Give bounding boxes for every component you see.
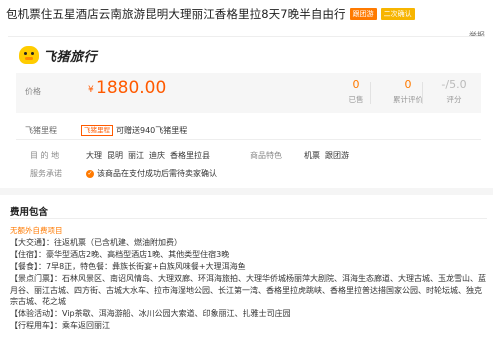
destination-row: 目 的 地 大理 昆明 丽江 迪庆 香格里拉县 bbox=[30, 150, 215, 161]
section-gap bbox=[0, 188, 493, 195]
destination-city[interactable]: 昆明 bbox=[107, 150, 123, 161]
points-label: 飞猪里程 bbox=[25, 126, 57, 135]
fee-line-vehicle: 【行程用车】：乘车返回丽江 bbox=[10, 321, 110, 331]
points-badge: 飞猪里程 bbox=[81, 125, 113, 136]
price-value: 1880.00 bbox=[96, 78, 167, 98]
fee-line-transport: 【大交通】：往返机票（已含机建、燃油附加费） bbox=[10, 237, 182, 247]
feature-value: 机票 bbox=[304, 151, 320, 160]
promise-text: 该商品在支付成功后需待卖家确认 bbox=[97, 169, 217, 178]
destination-city[interactable]: 迪庆 bbox=[149, 150, 165, 161]
rating-value: -/5.0 bbox=[441, 78, 467, 91]
tour-type-badge: 跟团游 bbox=[349, 8, 377, 20]
product-card: 飞猪旅行 价格 ¥ 1880.00 0 已售 0 累计评价 -/5.0 评分 飞… bbox=[8, 36, 485, 181]
brand-name: 飞猪旅行 bbox=[43, 49, 98, 65]
divider bbox=[10, 218, 487, 219]
review-count: 0 bbox=[404, 78, 412, 91]
fee-line-meals: 【餐食】：7早8正，特色餐：彝族长街宴+白族风味餐+大理洱海鱼 bbox=[10, 261, 246, 271]
confirm-badge: 二次确认 bbox=[380, 8, 415, 20]
divider bbox=[16, 139, 481, 140]
promise-label: 服务承诺 bbox=[30, 169, 62, 178]
destination-label: 目 的 地 bbox=[30, 151, 60, 160]
service-promise-row: 服务承诺 ✓ 该商品在支付成功后需待卖家确认 bbox=[30, 168, 217, 179]
points-text: 可赠送940飞猪里程 bbox=[116, 126, 188, 135]
feature-value: 跟团游 bbox=[325, 151, 349, 160]
points-row: 飞猪里程 飞猪里程 可赠送940飞猪里程 bbox=[25, 125, 187, 136]
fees-title: 费用包含 bbox=[10, 207, 49, 218]
rating-label: 评分 bbox=[446, 95, 462, 104]
feature-label: 商品特色 bbox=[250, 151, 282, 160]
currency-symbol: ¥ bbox=[88, 85, 94, 95]
sold-count-stat: 0 已售 bbox=[332, 78, 380, 105]
fees-note: 无额外自费项目 bbox=[10, 226, 63, 235]
stat-divider bbox=[370, 82, 371, 104]
rating-stat: -/5.0 评分 bbox=[430, 78, 478, 105]
price-panel: 价格 ¥ 1880.00 0 已售 0 累计评价 -/5.0 评分 bbox=[16, 73, 481, 113]
destination-city[interactable]: 丽江 bbox=[128, 150, 144, 161]
review-count-stat[interactable]: 0 累计评价 bbox=[384, 78, 432, 105]
price-label: 价格 bbox=[25, 87, 41, 96]
fee-line-activities: 【体验活动】：Vip茶歇、洱海游船、冰川公园大索道、印象丽江、扎雅士司庄园 bbox=[10, 309, 291, 319]
product-title: 包机票住五星酒店云南旅游昆明大理丽江香格里拉8天7晚半自由行 bbox=[6, 7, 346, 21]
fees-content: 无额外自费项目 【大交通】：往返机票（已含机建、燃油附加费） 【住宿】：豪华型酒… bbox=[10, 225, 488, 332]
stat-divider bbox=[422, 82, 423, 104]
destination-city[interactable]: 香格里拉县 bbox=[170, 150, 210, 161]
fee-line-tickets: 【景点门票】：石林风景区、南诏风情岛、大理双廊、环洱海旅拍、大理华侨城杨丽萍大剧… bbox=[10, 273, 486, 307]
pig-logo-icon bbox=[19, 46, 39, 64]
sold-count: 0 bbox=[352, 78, 360, 91]
product-feature-row: 商品特色 机票 跟团游 bbox=[250, 150, 354, 161]
brand-logo[interactable]: 飞猪旅行 bbox=[19, 44, 97, 66]
sold-label: 已售 bbox=[348, 95, 364, 104]
title-row: 包机票住五星酒店云南旅游昆明大理丽江香格里拉8天7晚半自由行 跟团游 二次确认 bbox=[6, 5, 489, 23]
destination-city[interactable]: 大理 bbox=[86, 150, 102, 161]
fee-line-hotel: 【住宿】：豪华型酒店2晚、高档型酒店1晚、其他类型住宿3晚 bbox=[10, 249, 230, 259]
review-label: 累计评价 bbox=[393, 95, 423, 104]
checkmark-icon: ✓ bbox=[86, 169, 94, 178]
